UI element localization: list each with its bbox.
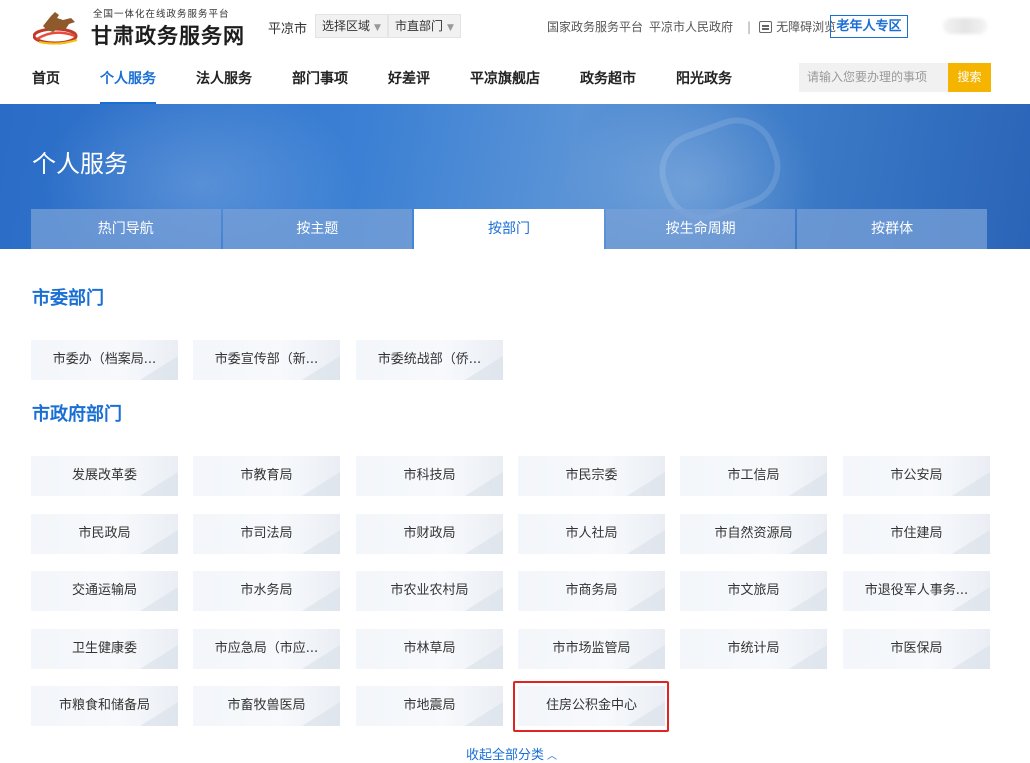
chevron-down-icon: ▼ (447, 23, 454, 33)
department-item[interactable]: 市民宗委 (518, 456, 665, 496)
site-logo[interactable]: 全国一体化在线政务服务平台 甘肃政务服务网 (33, 4, 263, 48)
department-item[interactable]: 市商务局 (518, 571, 665, 611)
department-item[interactable]: 发展改革委 (31, 456, 178, 496)
main-nav: 首页 个人服务 法人服务 部门事项 好差评 平凉旗舰店 政务超市 阳光政务 (32, 69, 772, 104)
department-item[interactable]: 交通运输局 (31, 571, 178, 611)
department-item[interactable]: 市医保局 (843, 628, 990, 669)
department-item[interactable]: 市科技局 (356, 456, 503, 496)
department-item[interactable]: 市委宣传部（新... (193, 340, 340, 380)
department-item[interactable]: 市水务局 (193, 571, 340, 611)
department-item[interactable]: 市畜牧兽医局 (193, 686, 340, 726)
search-input[interactable] (799, 63, 948, 92)
user-info[interactable] (943, 18, 987, 34)
banner: 个人服务 热门导航 按主题 按部门 按生命周期 按群体 (0, 104, 1030, 249)
page-title: 个人服务 (32, 150, 128, 178)
department-item[interactable]: 市粮食和储备局 (31, 686, 178, 726)
department-item[interactable]: 市委办（档案局... (31, 340, 178, 380)
header: 全国一体化在线政务服务平台 甘肃政务服务网 平凉市 选择区域 ▼ 市直部门 ▼ 国家… (0, 0, 1030, 104)
current-city: 平凉市 (268, 22, 308, 37)
department-item[interactable]: 市司法局 (193, 513, 340, 554)
region-select[interactable]: 选择区域 ▼ (315, 14, 388, 38)
tab-hot-navigation[interactable]: 热门导航 (31, 209, 221, 249)
search-button[interactable]: 搜索 (948, 63, 991, 92)
chevron-down-icon: ▼ (374, 23, 381, 33)
tab-by-theme[interactable]: 按主题 (222, 209, 413, 249)
nav-department-matters[interactable]: 部门事项 (292, 69, 348, 89)
department-item[interactable]: 市教育局 (193, 456, 340, 496)
department-select-label: 市直部门 (395, 19, 444, 33)
logo-subtitle: 全国一体化在线政务服务平台 (93, 9, 230, 20)
section-title-party: 市委部门 (32, 288, 104, 309)
nav-evaluation[interactable]: 好差评 (388, 69, 430, 89)
department-item[interactable]: 市退役军人事务... (843, 571, 990, 611)
collapse-label: 收起全部分类 (466, 748, 545, 763)
department-select[interactable]: 市直部门 ▼ (388, 14, 461, 38)
department-item[interactable]: 市住建局 (843, 513, 990, 554)
nav-personal-services[interactable]: 个人服务 (100, 69, 156, 104)
department-item[interactable]: 市工信局 (680, 456, 827, 496)
link-national-platform[interactable]: 国家政务服务平台 (547, 20, 643, 34)
tab-by-life-cycle[interactable]: 按生命周期 (605, 209, 796, 249)
nav-open-government[interactable]: 阳光政务 (676, 69, 732, 89)
tab-by-department[interactable]: 按部门 (414, 209, 604, 249)
department-item[interactable]: 市民政局 (31, 513, 178, 554)
top-links: 国家政务服务平台 平凉市人民政府 | 无障碍浏览 (547, 18, 848, 35)
collapse-all-button[interactable]: 收起全部分类 ︿ (466, 744, 557, 763)
department-item[interactable]: 市统计局 (680, 628, 827, 669)
department-item[interactable]: 卫生健康委 (31, 628, 178, 669)
department-item[interactable]: 市公安局 (843, 456, 990, 496)
department-item[interactable]: 住房公积金中心 (518, 686, 665, 726)
nav-legal-entity-services[interactable]: 法人服务 (196, 69, 252, 89)
department-item[interactable]: 市财政局 (356, 513, 503, 554)
department-item[interactable]: 市自然资源局 (680, 513, 827, 554)
nav-gov-supermarket[interactable]: 政务超市 (580, 69, 636, 89)
page: 全国一体化在线政务服务平台 甘肃政务服务网 平凉市 选择区域 ▼ 市直部门 ▼ 国家… (0, 0, 1030, 763)
department-item[interactable]: 市人社局 (518, 513, 665, 554)
section-title-government: 市政府部门 (32, 404, 122, 425)
nav-flagship-store[interactable]: 平凉旗舰店 (470, 69, 540, 89)
department-item[interactable]: 市应急局（市应... (193, 628, 340, 669)
horse-emblem-icon (33, 12, 78, 45)
category-tabs: 热门导航 按主题 按部门 按生命周期 按群体 (31, 209, 989, 249)
department-item[interactable]: 市农业农村局 (356, 571, 503, 611)
nav-home[interactable]: 首页 (32, 69, 60, 89)
region-select-label: 选择区域 (322, 19, 371, 33)
accessibility-label: 无障碍浏览 (776, 20, 837, 34)
department-item[interactable]: 市地震局 (356, 686, 503, 726)
department-item[interactable]: 市林草局 (356, 628, 503, 669)
link-city-government[interactable]: 平凉市人民政府 (649, 20, 733, 34)
department-item[interactable]: 市市场监管局 (518, 628, 665, 669)
tab-by-group[interactable]: 按群体 (797, 209, 987, 249)
logo-title: 甘肃政务服务网 (91, 24, 245, 48)
divider: | (747, 20, 752, 34)
department-item[interactable]: 市委统战部（侨... (356, 340, 503, 380)
department-item[interactable]: 市文旅局 (680, 571, 827, 611)
chevron-up-icon: ︿ (547, 751, 558, 762)
accessibility-icon (759, 21, 773, 33)
elder-zone-button[interactable]: 老年人专区 (830, 15, 908, 38)
